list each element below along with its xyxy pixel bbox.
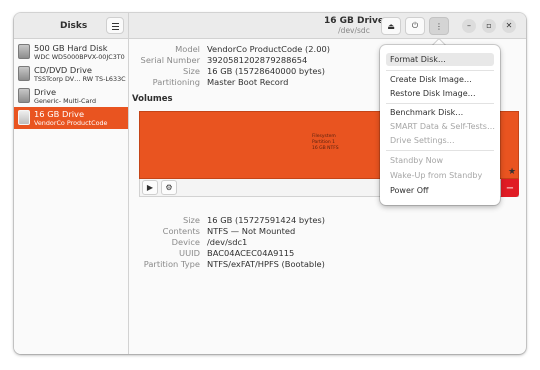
hamburger-icon (112, 23, 119, 24)
drive-name: 500 GB Hard Disk (34, 43, 108, 53)
drive-list: 500 GB Hard Disk WDC WD5000BPVX-00JC3T0 … (14, 39, 129, 354)
sidebar-title: Disks (60, 21, 88, 31)
menu-separator (386, 103, 494, 104)
play-icon: ▶ (146, 183, 154, 192)
volumes-heading: Volumes (132, 94, 173, 104)
drive-options-button[interactable]: ⋮ (429, 17, 449, 35)
drive-description: Generic- Multi-Card (34, 97, 96, 105)
bootable-star-icon: ★ (508, 167, 517, 177)
uuid-label: UUID (179, 248, 200, 258)
drive-name: CD/DVD Drive (34, 65, 93, 75)
menu-wakeup: Wake-Up from Standby (390, 171, 483, 180)
close-icon: ✕ (505, 21, 513, 30)
usb-drive-icon (18, 110, 30, 125)
serial-value: 3920581202879288654 (207, 55, 308, 65)
window-title: 16 GB Drive (323, 16, 384, 26)
kebab-menu-icon: ⋮ (435, 21, 443, 31)
menu-drive-settings: Drive Settings… (390, 136, 455, 145)
menu-separator (386, 150, 494, 151)
contents-label: Contents (162, 226, 200, 236)
minimize-icon: – (467, 21, 471, 30)
main-menu-button[interactable] (106, 17, 124, 34)
partition-options-button[interactable]: ⚙ (161, 180, 177, 195)
eject-icon: ⏏ (387, 21, 395, 31)
partition-type-value: NTFS/exFAT/HPFS (Bootable) (207, 259, 325, 269)
drive-item-hard-disk[interactable]: 500 GB Hard Disk WDC WD5000BPVX-00JC3T0 (14, 41, 128, 63)
partition-label: Filesystem Partition 1 16 GB NTFS (312, 134, 339, 151)
drive-options-menu: Format Disk… Create Disk Image… Restore … (380, 45, 500, 205)
menu-format-disk[interactable]: Format Disk… (386, 53, 494, 66)
drive-description: WDC WD5000BPVX-00JC3T0 (34, 53, 125, 61)
maximize-button[interactable]: ▫ (482, 19, 496, 33)
sidebar-header: Disks (14, 13, 129, 39)
partition-type-label: Partition Type (143, 259, 200, 269)
power-icon: ⏻ (411, 21, 419, 30)
header-bar: Disks 16 GB Drive /dev/sdc ⏏ ⏻ ⋮ – ▫ ✕ (14, 13, 526, 39)
menu-restore-image[interactable]: Restore Disk Image… (386, 87, 494, 100)
menu-separator (386, 70, 494, 71)
part-size-value: 16 GB (15727591424 bytes) (207, 215, 325, 225)
drive-item-cd-dvd[interactable]: CD/DVD Drive TSSTcorp DV… RW TS-L633C (14, 63, 128, 85)
power-off-button[interactable]: ⏻ (405, 17, 425, 35)
window-subtitle: /dev/sdc (338, 26, 370, 35)
menu-benchmark[interactable]: Benchmark Disk… (386, 106, 494, 119)
drive-name: Drive (34, 87, 57, 97)
size-label: Size (182, 66, 200, 76)
gear-icon: ⚙ (165, 183, 173, 192)
drive-item-16gb[interactable]: 16 GB Drive VendorCo ProductCode (14, 107, 128, 129)
drive-description: TSSTcorp DV… RW TS-L633C (34, 75, 126, 83)
serial-label: Serial Number (140, 55, 200, 65)
mount-button[interactable]: ▶ (142, 180, 158, 195)
drive-name: 16 GB Drive (34, 109, 85, 119)
contents-value: NTFS — Not Mounted (207, 226, 296, 236)
size-value: 16 GB (15728640000 bytes) (207, 66, 325, 76)
menu-standby: Standby Now (390, 156, 444, 165)
minimize-button[interactable]: – (462, 19, 476, 33)
optical-drive-icon (18, 66, 30, 81)
uuid-value: BAC04ACEC04A9115 (207, 248, 295, 258)
close-button[interactable]: ✕ (502, 19, 516, 33)
menu-smart-data: SMART Data & Self-Tests… (390, 122, 495, 131)
device-label: Device (171, 237, 200, 247)
menu-power-off[interactable]: Power Off (386, 184, 494, 197)
eject-button[interactable]: ⏏ (381, 17, 401, 35)
delete-partition-button[interactable]: − (501, 179, 519, 197)
menu-create-image[interactable]: Create Disk Image… (386, 73, 494, 86)
part-size-label: Size (182, 215, 200, 225)
drive-item-card-reader[interactable]: Drive Generic- Multi-Card (14, 85, 128, 107)
maximize-icon: ▫ (486, 21, 492, 30)
minus-icon: − (505, 182, 515, 194)
card-reader-icon (18, 88, 30, 103)
drive-description: VendorCo ProductCode (34, 119, 108, 127)
model-label: Model (175, 44, 200, 54)
partitioning-label: Partitioning (152, 77, 200, 87)
partitioning-value: Master Boot Record (207, 77, 289, 87)
device-value: /dev/sdc1 (207, 237, 248, 247)
hard-disk-icon (18, 44, 30, 59)
model-value: VendorCo ProductCode (2.00) (207, 44, 330, 54)
